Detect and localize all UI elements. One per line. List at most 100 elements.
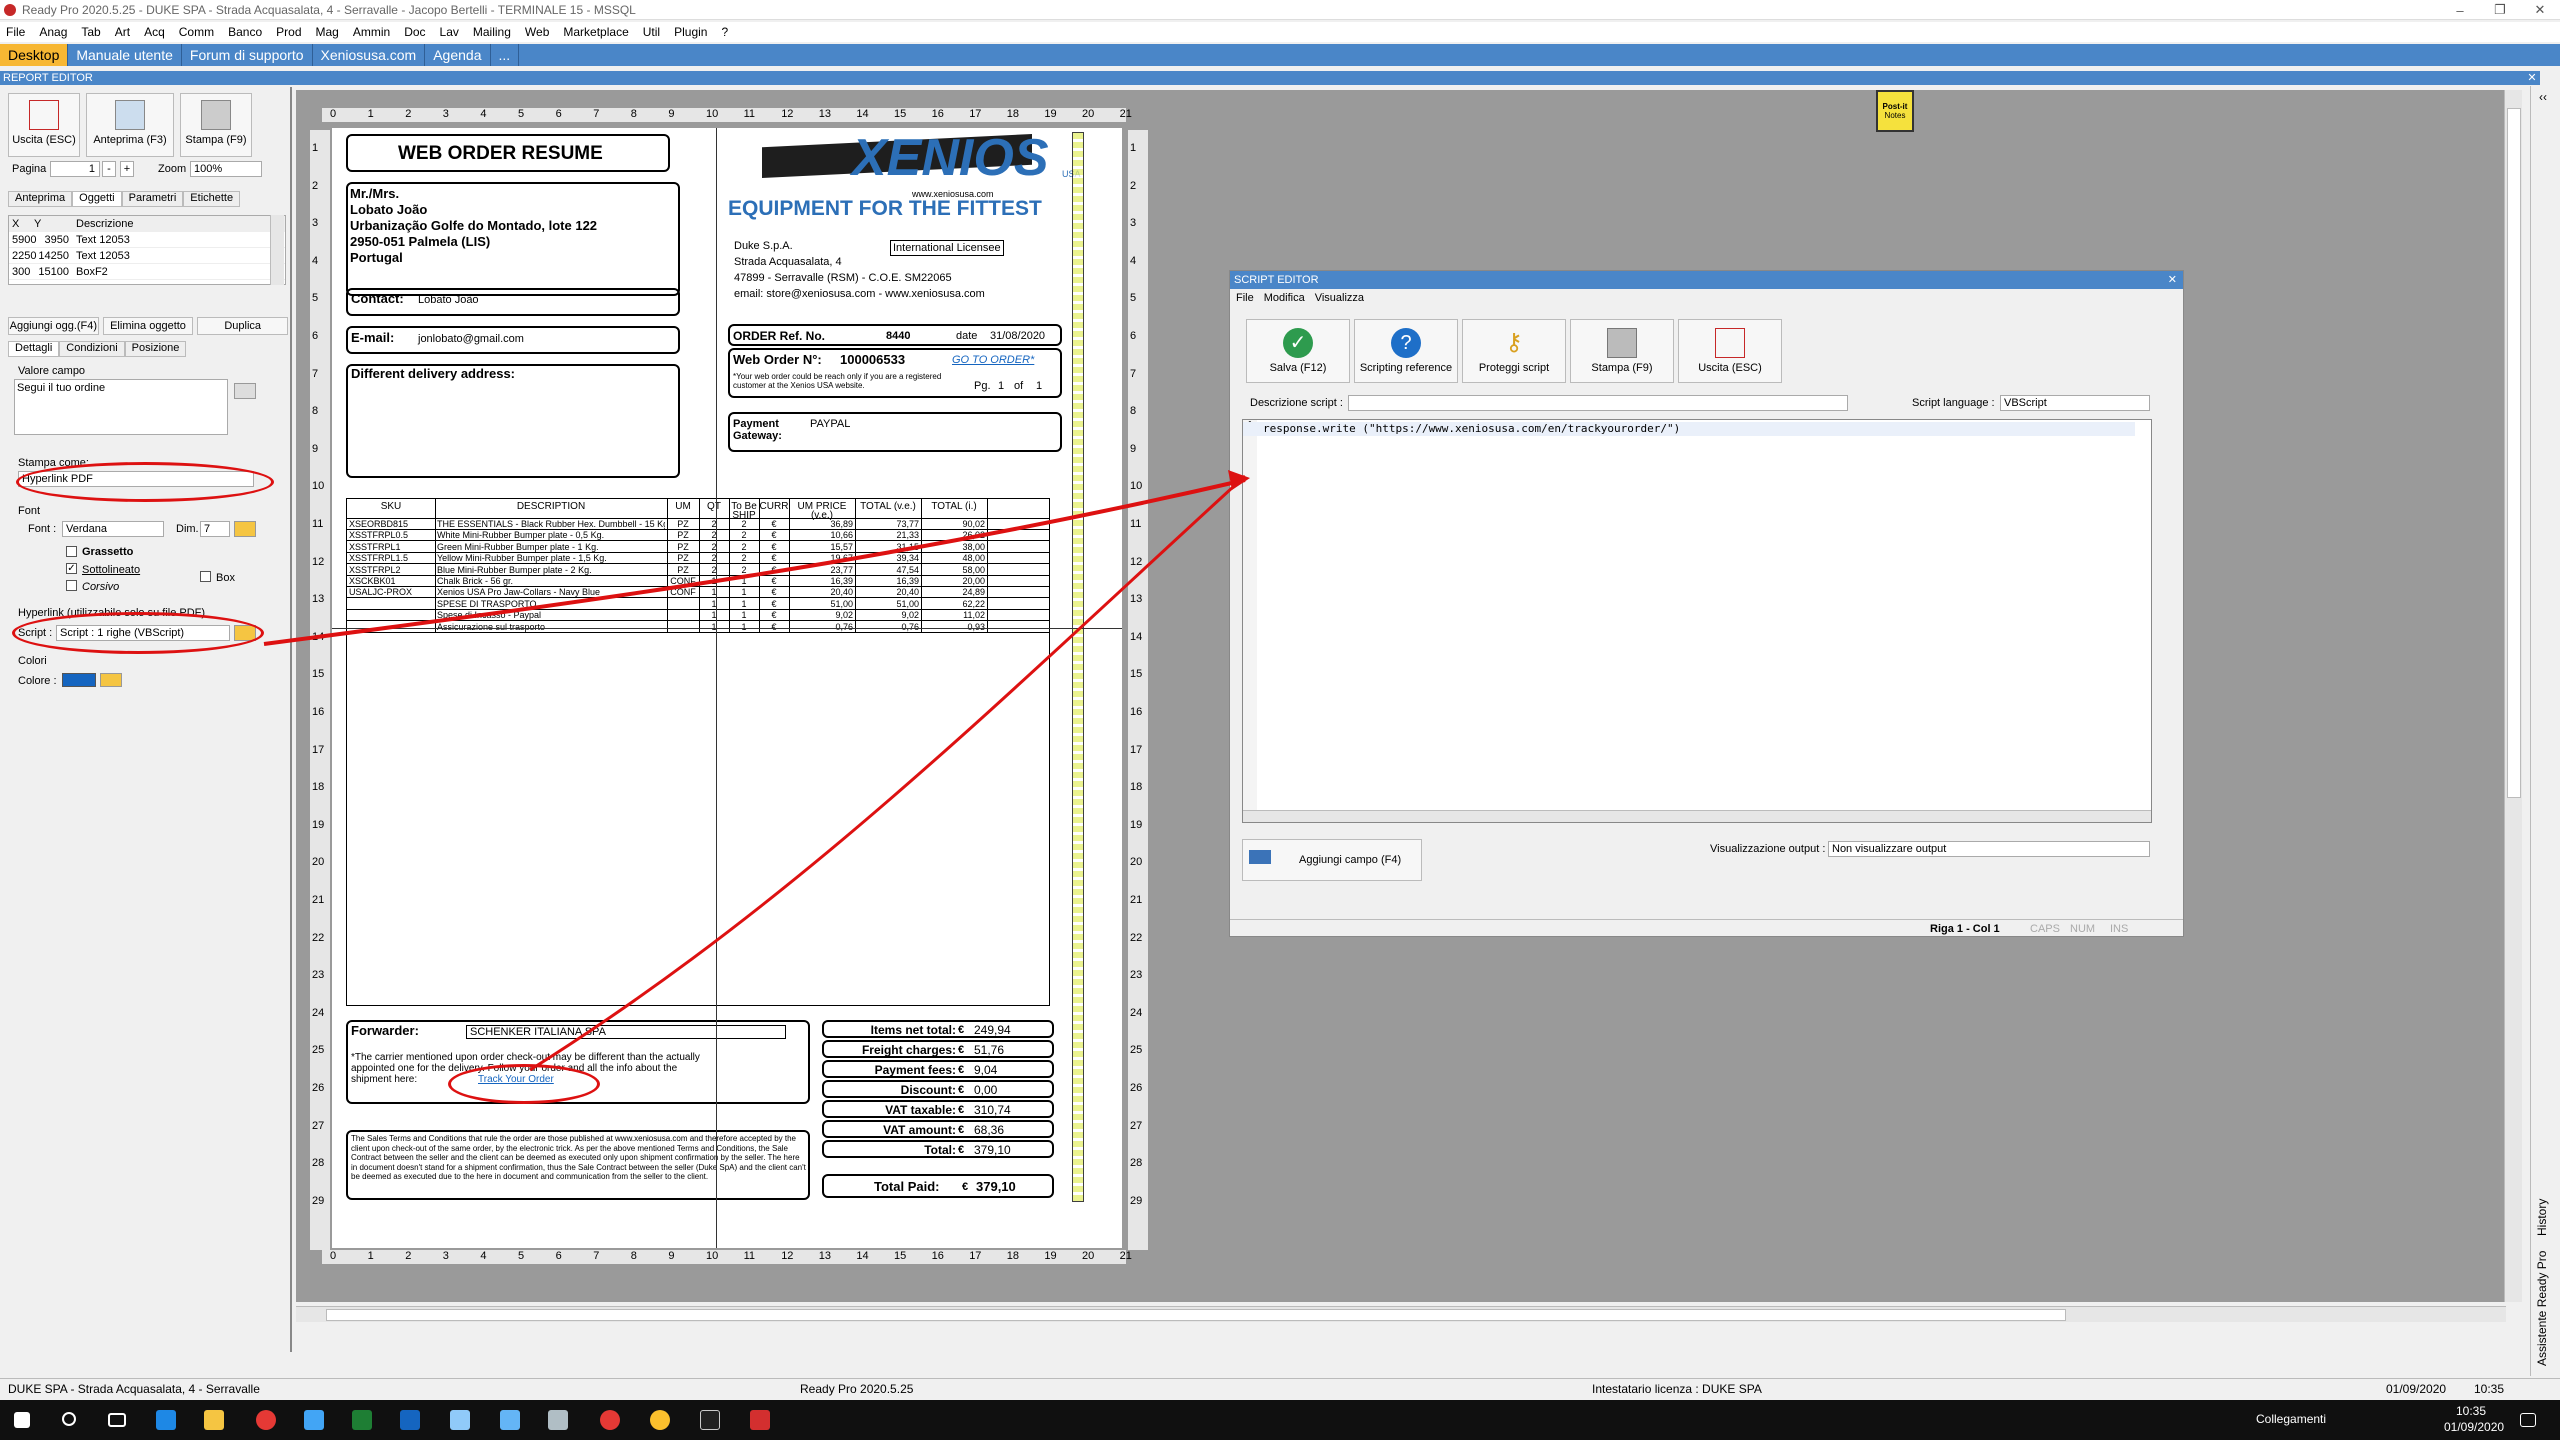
print-button[interactable]: Stampa (F9) — [180, 93, 252, 157]
menu-item[interactable]: Art — [115, 25, 130, 39]
menu-item[interactable]: Mag — [316, 25, 339, 39]
grid-row[interactable]: 300 15100 BoxF2 — [9, 264, 285, 280]
desktop-tab[interactable]: Desktop — [0, 44, 69, 66]
script-lang-select[interactable]: VBScript — [2000, 395, 2150, 411]
pagina-input[interactable]: 1 — [50, 161, 100, 177]
acrobat-icon[interactable] — [750, 1410, 770, 1430]
script-editor-menu-item[interactable]: Modifica — [1264, 289, 1305, 307]
menu-item[interactable]: Mailing — [473, 25, 511, 39]
property-tab[interactable]: Posizione — [124, 341, 187, 357]
search-icon[interactable] — [62, 1412, 76, 1426]
menu-item[interactable]: ? — [721, 25, 728, 39]
grid-row[interactable]: 2250 14250 Text 12053 — [9, 248, 285, 264]
print-script-button[interactable]: Stampa (F9) — [1570, 319, 1674, 383]
menu-item[interactable]: Util — [643, 25, 660, 39]
script-editor-menu-item[interactable]: File — [1236, 289, 1254, 307]
protect-script-button[interactable]: ⚷ Proteggi script — [1462, 319, 1566, 383]
code-line[interactable]: response.write ("https://www.xeniosusa.c… — [1263, 422, 1680, 435]
notes-icon[interactable] — [450, 1410, 470, 1430]
valore-campo-textarea[interactable]: Segui il tuo ordine — [14, 379, 228, 435]
object-button[interactable]: Duplica — [197, 317, 289, 335]
assistant-tab[interactable]: Assistente Ready Pro — [2535, 1251, 2549, 1366]
menu-item[interactable]: Comm — [179, 25, 214, 39]
field-picker-icon[interactable] — [234, 383, 256, 399]
property-tab[interactable]: Condizioni — [59, 341, 125, 357]
menu-item[interactable]: Lav — [440, 25, 459, 39]
menu-item[interactable]: File — [6, 25, 25, 39]
editor-subtab[interactable]: Parametri — [121, 191, 184, 207]
network-app-icon[interactable] — [500, 1410, 520, 1430]
font-input[interactable]: Verdana — [62, 521, 164, 537]
menu-item[interactable]: Plugin — [674, 25, 707, 39]
maximize-button[interactable]: ❐ — [2480, 0, 2520, 20]
save-script-button[interactable]: ✓ Salva (F12) — [1246, 319, 1350, 383]
code-editor[interactable]: 1 response.write ("https://www.xeniosusa… — [1242, 419, 2152, 823]
word-icon[interactable] — [400, 1410, 420, 1430]
report-close-icon[interactable]: ✕ — [2525, 71, 2539, 85]
color-swatch[interactable] — [62, 673, 96, 687]
collapse-icon[interactable]: ‹‹ — [2539, 90, 2547, 104]
script-desc-input[interactable] — [1348, 395, 1848, 411]
hscroll-thumb[interactable] — [326, 1309, 2066, 1321]
preview-button[interactable]: Anteprima (F3) — [86, 93, 174, 157]
output-select[interactable]: Non visualizzare output — [1828, 841, 2150, 857]
script-editor-close-icon[interactable]: ✕ — [2168, 271, 2177, 289]
page-next-button[interactable]: + — [120, 161, 134, 177]
window-app-icon[interactable] — [548, 1410, 568, 1430]
editor-subtab[interactable]: Anteprima — [8, 191, 73, 207]
ready-pro-icon[interactable] — [256, 1410, 276, 1430]
minimize-button[interactable]: – — [2440, 0, 2480, 20]
object-button[interactable]: Elimina oggetto — [102, 317, 194, 335]
menu-item[interactable]: Acq — [144, 25, 165, 39]
grassetto-checkbox[interactable] — [66, 546, 77, 557]
font-folder-icon[interactable] — [234, 521, 256, 537]
scripting-reference-button[interactable]: ? Scripting reference — [1354, 319, 1458, 383]
exit-script-button[interactable]: Uscita (ESC) — [1678, 319, 1782, 383]
zoom-select[interactable]: 100% — [190, 161, 262, 177]
page-prev-button[interactable]: - — [102, 161, 116, 177]
file-explorer-icon[interactable] — [204, 1410, 224, 1430]
menu-item[interactable]: Web — [525, 25, 549, 39]
exit-button[interactable]: Uscita (ESC) — [8, 93, 80, 157]
editor-subtab[interactable]: Etichette — [183, 191, 241, 207]
menu-item[interactable]: Tab — [81, 25, 100, 39]
close-button[interactable]: ✕ — [2520, 0, 2560, 20]
objects-scrollbar[interactable] — [270, 215, 284, 285]
menu-item[interactable]: Anag — [39, 25, 67, 39]
desktop-tab[interactable]: Agenda — [425, 44, 491, 66]
desktop-tab[interactable]: Xeniosusa.com — [313, 44, 426, 66]
menu-item[interactable]: Doc — [404, 25, 425, 39]
chrome-icon[interactable] — [650, 1410, 670, 1430]
app-icon[interactable] — [304, 1410, 324, 1430]
editor-subtab[interactable]: Oggetti — [72, 191, 122, 207]
object-button[interactable]: Aggiungi ogg.(F4) — [8, 317, 99, 335]
grid-row[interactable]: 5900 3950 Text 12053 — [9, 232, 285, 248]
color-picker-icon[interactable] — [100, 673, 122, 687]
desktop-tab[interactable]: ... — [491, 44, 520, 66]
objects-grid[interactable]: X Y Descrizione 5900 3950 Text 12053 2250 14250… — [8, 215, 286, 285]
notifications-icon[interactable] — [2520, 1413, 2536, 1427]
menu-item[interactable]: Ammin — [353, 25, 390, 39]
menu-item[interactable]: Prod — [276, 25, 301, 39]
sottolineato-checkbox[interactable]: ✓ — [66, 563, 77, 574]
canvas-vscrollbar[interactable] — [2504, 90, 2522, 1302]
vscroll-thumb[interactable] — [2507, 108, 2521, 798]
script-editor-menu-item[interactable]: Visualizza — [1315, 289, 1364, 307]
canvas-hscrollbar[interactable] — [296, 1306, 2506, 1322]
windows-start-icon[interactable] — [14, 1412, 30, 1428]
box-checkbox[interactable] — [200, 571, 211, 582]
task-view-icon[interactable] — [108, 1413, 126, 1427]
font-size-input[interactable]: 7 — [200, 521, 230, 537]
desktop-tab[interactable]: Forum di supporto — [182, 44, 313, 66]
goto-order-link[interactable]: GO TO ORDER* — [952, 354, 1034, 366]
property-tab[interactable]: Dettagli — [8, 341, 60, 357]
desktop-tab[interactable]: Manuale utente — [68, 44, 182, 66]
taskbar-links[interactable]: Collegamenti — [2256, 1412, 2326, 1426]
code-hscrollbar[interactable] — [1243, 810, 2151, 822]
corsivo-checkbox[interactable] — [66, 580, 77, 591]
menu-item[interactable]: Banco — [228, 25, 262, 39]
edge-icon[interactable] — [156, 1410, 176, 1430]
excel-icon[interactable] — [352, 1410, 372, 1430]
ready-pro-icon-2[interactable] — [600, 1410, 620, 1430]
menu-item[interactable]: Marketplace — [563, 25, 628, 39]
